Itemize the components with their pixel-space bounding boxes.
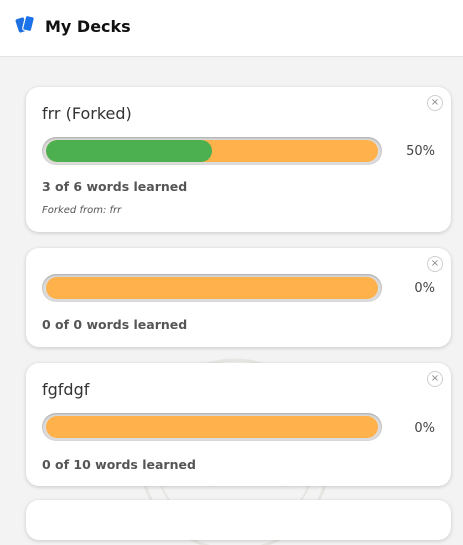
- deck-name: fgfdgf: [42, 380, 90, 399]
- deck-card[interactable]: [26, 500, 451, 540]
- progress-bar: [42, 137, 382, 165]
- progress-remaining: [46, 416, 378, 438]
- cards-logo-icon: [15, 14, 35, 33]
- progress-percent: 50%: [406, 144, 435, 159]
- progress-remaining: [46, 277, 378, 299]
- top-bar: My Decks: [0, 0, 463, 57]
- delete-deck-button[interactable]: ×: [427, 371, 443, 387]
- words-learned-text: 0 of 10 words learned: [42, 457, 196, 472]
- progress-percent: 0%: [414, 421, 435, 436]
- deck-card[interactable]: frr (Forked) × 50% 3 of 6 words learned …: [26, 87, 451, 232]
- progress-bar: [42, 413, 382, 441]
- deck-card[interactable]: × 0% 0 of 0 words learned: [26, 248, 451, 347]
- progress-percent: 0%: [414, 281, 435, 296]
- delete-deck-button[interactable]: ×: [427, 95, 443, 111]
- forked-from-text: Forked from: frr: [42, 205, 122, 216]
- deck-name: frr (Forked): [42, 104, 132, 123]
- words-learned-text: 0 of 0 words learned: [42, 317, 188, 332]
- deck-card[interactable]: fgfdgf × 0% 0 of 10 words learned: [26, 363, 451, 486]
- page-title: My Decks: [45, 17, 131, 36]
- progress-fill: [46, 140, 212, 162]
- delete-deck-button[interactable]: ×: [427, 256, 443, 272]
- words-learned-text: 3 of 6 words learned: [42, 179, 188, 194]
- progress-bar: [42, 274, 382, 302]
